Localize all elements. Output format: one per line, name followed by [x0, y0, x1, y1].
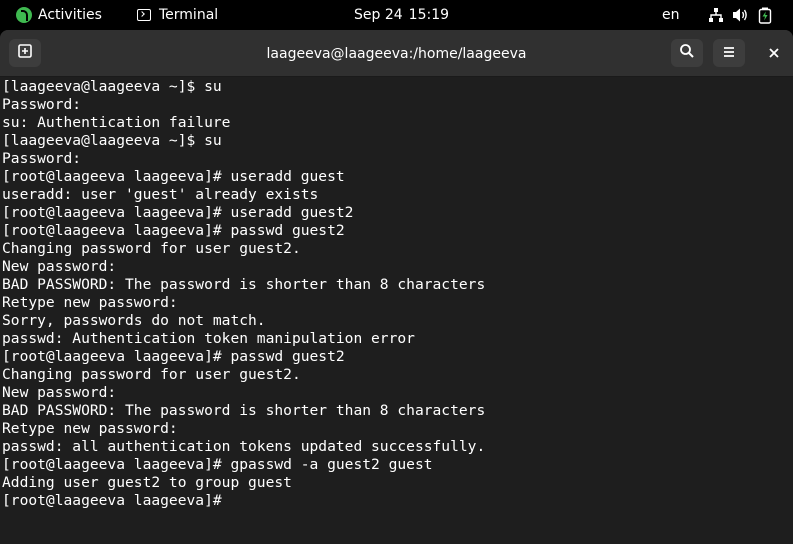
terminal-line: Password: — [2, 96, 82, 113]
terminal-line: [root@laageeva laageeva]# passwd guest2 — [2, 222, 345, 239]
terminal-line: [root@laageeva laageeva]# passwd guest2 — [2, 348, 345, 365]
terminal-line: useradd: user 'guest' already exists — [2, 186, 319, 203]
terminal-line: Changing password for user guest2. — [2, 240, 301, 257]
system-menu-button[interactable] — [708, 0, 772, 30]
terminal-window: laageeva@laageeva:/home/laageeva [laagee… — [0, 30, 793, 544]
app-menu-button[interactable]: Terminal — [137, 0, 218, 30]
search-button[interactable] — [671, 39, 703, 67]
terminal-line: su: Authentication failure — [2, 114, 231, 131]
terminal-line: [root@laageeva laageeva]# — [2, 492, 791, 510]
battery-icon — [758, 7, 772, 24]
clock-button[interactable]: Sep 24 15:19 — [354, 0, 449, 30]
terminal-line: Adding user guest2 to group guest — [2, 474, 292, 491]
terminal-line: [root@laageeva laageeva]# gpasswd -a gue… — [2, 456, 433, 473]
terminal-line: Password: — [2, 150, 82, 167]
hamburger-menu-icon — [722, 44, 736, 63]
app-menu-label: Terminal — [159, 7, 219, 23]
text-cursor — [230, 492, 239, 508]
terminal-line: passwd: Authentication token manipulatio… — [2, 330, 415, 347]
terminal-line: BAD PASSWORD: The password is shorter th… — [2, 402, 486, 419]
activities-label: Activities — [38, 7, 102, 23]
terminal-line: Retype new password: — [2, 420, 178, 437]
clock-time: 15:19 — [408, 7, 450, 23]
close-window-button[interactable] — [762, 41, 786, 65]
terminal-app-icon — [137, 9, 151, 21]
volume-icon — [732, 7, 750, 23]
terminal-line: Retype new password: — [2, 294, 178, 311]
input-language-indicator[interactable]: en — [662, 0, 680, 30]
clock-date: Sep 24 — [354, 7, 403, 23]
new-tab-button[interactable] — [9, 39, 41, 67]
terminal-line: Sorry, passwords do not match. — [2, 312, 266, 329]
network-icon — [708, 7, 724, 23]
new-tab-icon — [17, 43, 33, 63]
top-bar: Activities Terminal Sep 24 15:19 en — [0, 0, 793, 30]
terminal-line: [root@laageeva laageeva]# useradd guest — [2, 168, 345, 185]
terminal-line: Changing password for user guest2. — [2, 366, 301, 383]
search-icon — [679, 43, 695, 63]
terminal-output[interactable]: [laageeva@laageeva ~]$ su Password: su: Au… — [2, 78, 791, 544]
terminal-line: [laageeva@laageeva ~]$ su — [2, 78, 222, 95]
terminal-line: New password: — [2, 258, 117, 275]
window-headerbar: laageeva@laageeva:/home/laageeva — [0, 30, 793, 77]
close-icon — [768, 44, 780, 63]
activities-button[interactable]: Activities — [16, 0, 102, 30]
fedora-logo-icon — [16, 7, 32, 23]
terminal-line: BAD PASSWORD: The password is shorter th… — [2, 276, 486, 293]
terminal-line: [root@laageeva laageeva]# useradd guest2 — [2, 204, 354, 221]
terminal-line: New password: — [2, 384, 117, 401]
terminal-line: [laageeva@laageeva ~]$ su — [2, 132, 222, 149]
terminal-line: passwd: all authentication tokens update… — [2, 438, 486, 455]
menu-button[interactable] — [713, 39, 745, 67]
input-language-label: en — [662, 7, 680, 23]
